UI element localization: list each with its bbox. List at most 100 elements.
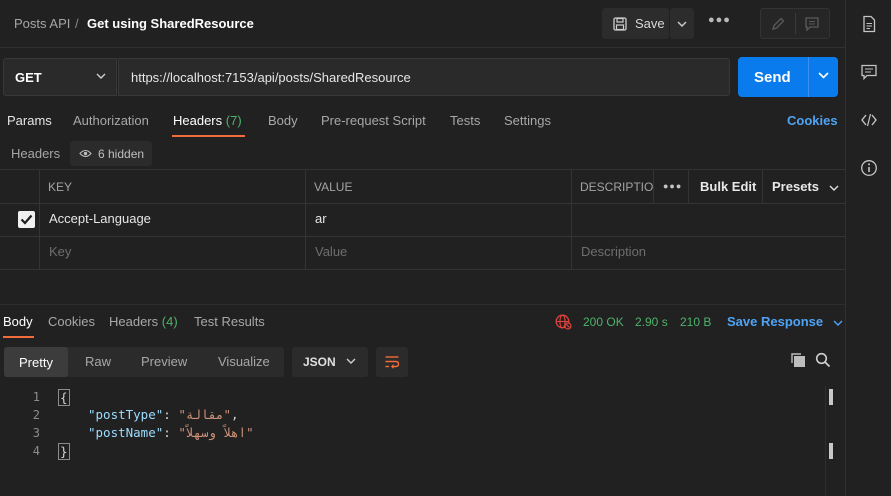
new-key-field[interactable]: Key bbox=[49, 244, 71, 259]
chevron-down-icon[interactable] bbox=[818, 72, 829, 79]
wrap-lines-button[interactable] bbox=[376, 347, 408, 377]
presets-dropdown[interactable]: Presets bbox=[772, 179, 839, 194]
breadcrumb-separator: / bbox=[75, 16, 79, 31]
header-key-cell[interactable]: Accept-Language bbox=[49, 211, 151, 226]
tab-tests[interactable]: Tests bbox=[450, 113, 480, 128]
line-number: 4 bbox=[32, 444, 40, 458]
hidden-count: 6 hidden bbox=[98, 146, 145, 161]
chevron-down-icon bbox=[346, 358, 356, 364]
save-button[interactable]: Save bbox=[602, 8, 669, 39]
response-tab-headers[interactable]: Headers (4) bbox=[109, 314, 178, 329]
divider bbox=[0, 304, 845, 305]
code-icon[interactable] bbox=[860, 111, 878, 129]
format-select[interactable]: JSON bbox=[292, 347, 368, 377]
more-icon[interactable]: ●●● bbox=[663, 181, 682, 191]
chevron-down-icon bbox=[833, 320, 843, 326]
tab-params[interactable]: Params bbox=[7, 113, 52, 128]
presets-label: Presets bbox=[772, 179, 819, 194]
method-label: GET bbox=[15, 69, 42, 85]
response-time[interactable]: 2.90 s bbox=[635, 315, 668, 329]
edit-icon[interactable] bbox=[770, 16, 786, 32]
edit-comment-group bbox=[760, 8, 830, 39]
json-string: "مقالة" bbox=[178, 407, 232, 422]
eye-icon bbox=[79, 149, 92, 158]
response-tab-headers-label: Headers bbox=[109, 314, 159, 329]
code-brace-open: { bbox=[58, 389, 70, 406]
view-pretty-button[interactable]: Pretty bbox=[4, 347, 68, 377]
active-tab-indicator bbox=[172, 135, 245, 137]
code-line: "postType": "مقالة", bbox=[88, 407, 239, 422]
response-tab-body[interactable]: Body bbox=[3, 314, 33, 329]
divider bbox=[0, 236, 845, 237]
response-tab-test-results[interactable]: Test Results bbox=[194, 314, 265, 329]
chevron-down-icon bbox=[96, 73, 106, 79]
response-size[interactable]: 210 B bbox=[680, 315, 711, 329]
headers-section-label: Headers bbox=[11, 146, 61, 161]
save-response-button[interactable]: Save Response bbox=[727, 314, 843, 329]
save-label: Save bbox=[635, 16, 665, 31]
view-visualize-button[interactable]: Visualize bbox=[218, 354, 270, 369]
scroll-marker bbox=[829, 443, 833, 459]
wrap-icon bbox=[385, 356, 400, 369]
tab-body[interactable]: Body bbox=[268, 113, 298, 128]
new-description-field[interactable]: Description bbox=[581, 244, 646, 259]
method-select[interactable]: GET bbox=[3, 58, 117, 96]
new-value-field[interactable]: Value bbox=[315, 244, 347, 259]
tab-prerequest-script[interactable]: Pre-request Script bbox=[321, 113, 426, 128]
divider bbox=[762, 170, 763, 203]
view-preview-button[interactable]: Preview bbox=[141, 354, 187, 369]
chevron-down-icon bbox=[677, 21, 687, 27]
save-dropdown-button[interactable] bbox=[670, 8, 694, 39]
divider bbox=[795, 13, 796, 34]
comment-icon[interactable] bbox=[804, 16, 820, 32]
divider bbox=[808, 57, 809, 97]
response-tab-cookies[interactable]: Cookies bbox=[48, 314, 95, 329]
hidden-headers-toggle[interactable]: 6 hidden bbox=[70, 141, 152, 166]
divider bbox=[0, 203, 845, 204]
column-header-key: KEY bbox=[48, 180, 73, 194]
column-header-description: DESCRIPTIO bbox=[580, 180, 654, 194]
json-key: "postType" bbox=[88, 407, 164, 422]
breadcrumb-parent[interactable]: Posts API bbox=[14, 16, 70, 31]
divider bbox=[39, 170, 40, 269]
format-label: JSON bbox=[303, 355, 336, 369]
header-row-checkbox[interactable] bbox=[18, 211, 35, 228]
divider bbox=[571, 170, 572, 269]
headers-table: KEY VALUE DESCRIPTIO ●●● Bulk Edit Prese… bbox=[0, 169, 845, 270]
line-number: 1 bbox=[32, 390, 40, 404]
more-icon[interactable]: ●●● bbox=[708, 14, 730, 34]
divider bbox=[305, 170, 306, 269]
page-title[interactable]: Get using SharedResource bbox=[87, 16, 254, 31]
send-label: Send bbox=[754, 69, 791, 86]
response-status[interactable]: 200 OK bbox=[583, 315, 624, 329]
cookies-link[interactable]: Cookies bbox=[787, 113, 838, 128]
checkbox-icon bbox=[20, 214, 33, 225]
url-input[interactable]: https://localhost:7153/api/posts/SharedR… bbox=[118, 58, 730, 96]
document-icon[interactable] bbox=[860, 15, 878, 33]
view-pretty-label: Pretty bbox=[19, 354, 53, 370]
divider bbox=[688, 170, 689, 203]
response-headers-count: (4) bbox=[161, 314, 178, 329]
line-number: 2 bbox=[32, 408, 40, 422]
right-sidebar bbox=[845, 0, 891, 496]
url-value: https://localhost:7153/api/posts/SharedR… bbox=[131, 69, 411, 85]
search-icon[interactable] bbox=[815, 352, 831, 368]
save-icon bbox=[613, 16, 627, 31]
tab-authorization[interactable]: Authorization bbox=[73, 113, 149, 128]
view-raw-button[interactable]: Raw bbox=[85, 354, 111, 369]
tab-headers-count: (7) bbox=[225, 113, 242, 128]
json-key: "postName" bbox=[88, 425, 164, 440]
divider bbox=[0, 269, 845, 270]
copy-icon[interactable] bbox=[790, 352, 806, 368]
tab-headers[interactable]: Headers (7) bbox=[173, 113, 242, 128]
comment-icon[interactable] bbox=[860, 63, 878, 81]
code-line: "postName": "اهلاً وسهلاً" bbox=[88, 425, 254, 440]
info-icon[interactable] bbox=[860, 159, 878, 177]
save-response-label: Save Response bbox=[727, 314, 824, 329]
header-value-cell[interactable]: ar bbox=[315, 211, 327, 226]
bulk-edit-button[interactable]: Bulk Edit bbox=[700, 179, 756, 194]
send-button[interactable]: Send bbox=[738, 57, 838, 97]
tab-settings[interactable]: Settings bbox=[504, 113, 551, 128]
globe-error-icon[interactable] bbox=[555, 314, 572, 330]
editor-scrollbar[interactable] bbox=[825, 386, 826, 496]
